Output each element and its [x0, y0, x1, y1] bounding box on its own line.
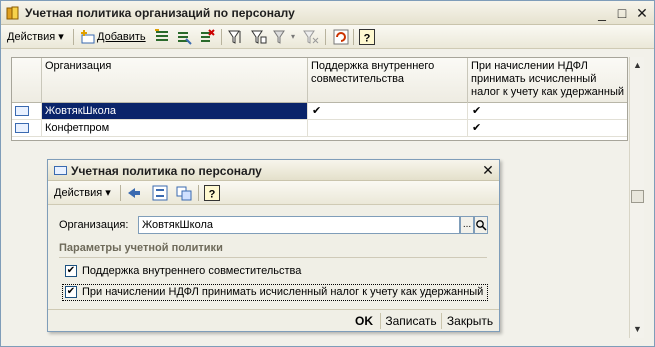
internal-combination-checkbox[interactable]: ✔ — [65, 265, 77, 277]
ndfl-cell[interactable]: ✔ — [468, 120, 627, 136]
toolbar-separator — [198, 185, 199, 201]
reread-icon[interactable] — [152, 185, 168, 201]
row-icon-cell — [12, 103, 42, 119]
catalog-item-icon — [15, 123, 29, 133]
checkmark-icon: ✔ — [312, 105, 322, 117]
organization-field[interactable]: ЖовтякШкола — [138, 216, 460, 234]
go-to-owner-icon[interactable] — [126, 185, 142, 201]
group-title: Параметры учетной политики — [59, 242, 223, 254]
ndfl-label: При начислении НДФЛ принимать исчисленны… — [82, 286, 484, 298]
dialog-toolbar: Действия ▾ ? — [48, 181, 499, 205]
toolbar-separator — [325, 29, 326, 45]
organizations-table: Организация Поддержка внутреннего совмес… — [11, 57, 628, 141]
ndfl-cell[interactable]: ✔ — [468, 103, 627, 119]
policy-dialog: Учетная политика по персоналу ✕ Действия… — [47, 159, 500, 332]
search-glyph-icon — [476, 220, 487, 231]
toolbar-separator — [73, 29, 74, 45]
app-icon — [6, 6, 19, 20]
select-button[interactable]: ... — [460, 216, 474, 234]
table-row[interactable]: ЖовтякШкола ✔ ✔ — [12, 103, 627, 120]
icon-column-header — [12, 58, 42, 103]
add-group-icon[interactable] — [154, 29, 170, 45]
save-button[interactable]: Записать — [383, 313, 439, 329]
catalog-item-icon — [15, 106, 29, 116]
column-header-ndfl[interactable]: При начислении НДФЛ принимать исчисленны… — [468, 58, 627, 103]
close-button[interactable]: ✕ — [633, 4, 651, 22]
copy-icon[interactable] — [176, 29, 192, 45]
filter-history-icon[interactable] — [273, 29, 289, 45]
dialog-title: Учетная политика по персоналу — [71, 164, 262, 178]
refresh-icon[interactable] — [333, 29, 349, 45]
dialog-buttons-bar: OK Записать Закрыть — [48, 309, 499, 331]
vertical-scrollbar[interactable]: ▲ ▼ — [629, 57, 644, 338]
table-row[interactable]: Конфетпром ✔ — [12, 120, 627, 137]
filter-dropdown-arrow[interactable]: ▾ — [291, 28, 295, 46]
minimize-button[interactable]: _ — [593, 4, 611, 22]
svg-text:?: ? — [209, 189, 216, 201]
add-label: Добавить — [97, 31, 146, 43]
dialog-actions-label: Действия — [54, 187, 103, 199]
internal-combination-label: Поддержка внутреннего совместительства — [82, 265, 302, 277]
organization-cell[interactable]: ЖовтякШкола — [42, 103, 308, 119]
internal-combination-cell[interactable] — [308, 120, 468, 136]
actions-menu[interactable]: Действия ▾ — [7, 28, 64, 46]
copy-record-icon[interactable] — [176, 185, 192, 201]
group-divider — [59, 257, 487, 258]
title-bar: Учетная политика организаций по персонал… — [1, 1, 654, 25]
filter-icon[interactable] — [228, 29, 244, 45]
organization-cell[interactable]: Конфетпром — [42, 120, 308, 136]
maximize-button[interactable]: □ — [613, 4, 631, 22]
organization-label: Организация: — [59, 219, 129, 231]
delete-icon[interactable] — [199, 29, 215, 45]
checkmark-icon: ✔ — [472, 105, 482, 117]
toolbar-separator — [221, 29, 222, 45]
svg-text:?: ? — [364, 33, 371, 45]
button-separator — [380, 313, 381, 329]
window-title: Учетная политика организаций по персонал… — [25, 6, 295, 20]
scroll-thumb[interactable] — [631, 190, 644, 203]
help-icon[interactable]: ? — [204, 185, 220, 201]
dialog-actions-menu[interactable]: Действия ▾ — [54, 184, 111, 202]
checkmark-icon: ✔ — [472, 122, 482, 134]
ok-button[interactable]: OK — [350, 313, 378, 329]
scroll-up-arrow-icon[interactable]: ▲ — [631, 59, 644, 72]
internal-combination-cell[interactable]: ✔ — [308, 103, 468, 119]
help-icon[interactable]: ? — [359, 29, 375, 45]
clear-filter-icon[interactable] — [303, 29, 319, 45]
filter-by-value-icon[interactable] — [251, 29, 267, 45]
catalog-item-icon — [54, 166, 67, 175]
add-icon — [81, 30, 95, 44]
close-dialog-button[interactable]: Закрыть — [444, 313, 496, 329]
dialog-title-bar: Учетная политика по персоналу ✕ — [48, 160, 499, 181]
toolbar-separator — [353, 29, 354, 45]
button-separator — [441, 313, 442, 329]
column-header-organization[interactable]: Организация — [42, 58, 308, 103]
actions-label: Действия — [7, 31, 56, 43]
dialog-close-button[interactable]: ✕ — [480, 162, 496, 178]
row-icon-cell — [12, 120, 42, 136]
toolbar-separator — [120, 185, 121, 201]
main-window: Учетная политика организаций по персонал… — [0, 0, 655, 347]
main-toolbar: Действия ▾ Добавить ▾ ? — [1, 25, 654, 49]
ndfl-checkbox[interactable]: ✔ — [65, 286, 77, 298]
table-header: Организация Поддержка внутреннего совмес… — [12, 58, 627, 103]
column-header-internal-combination[interactable]: Поддержка внутреннего совместительства — [308, 58, 468, 103]
scroll-down-arrow-icon[interactable]: ▼ — [631, 323, 644, 336]
search-icon[interactable] — [474, 216, 488, 234]
